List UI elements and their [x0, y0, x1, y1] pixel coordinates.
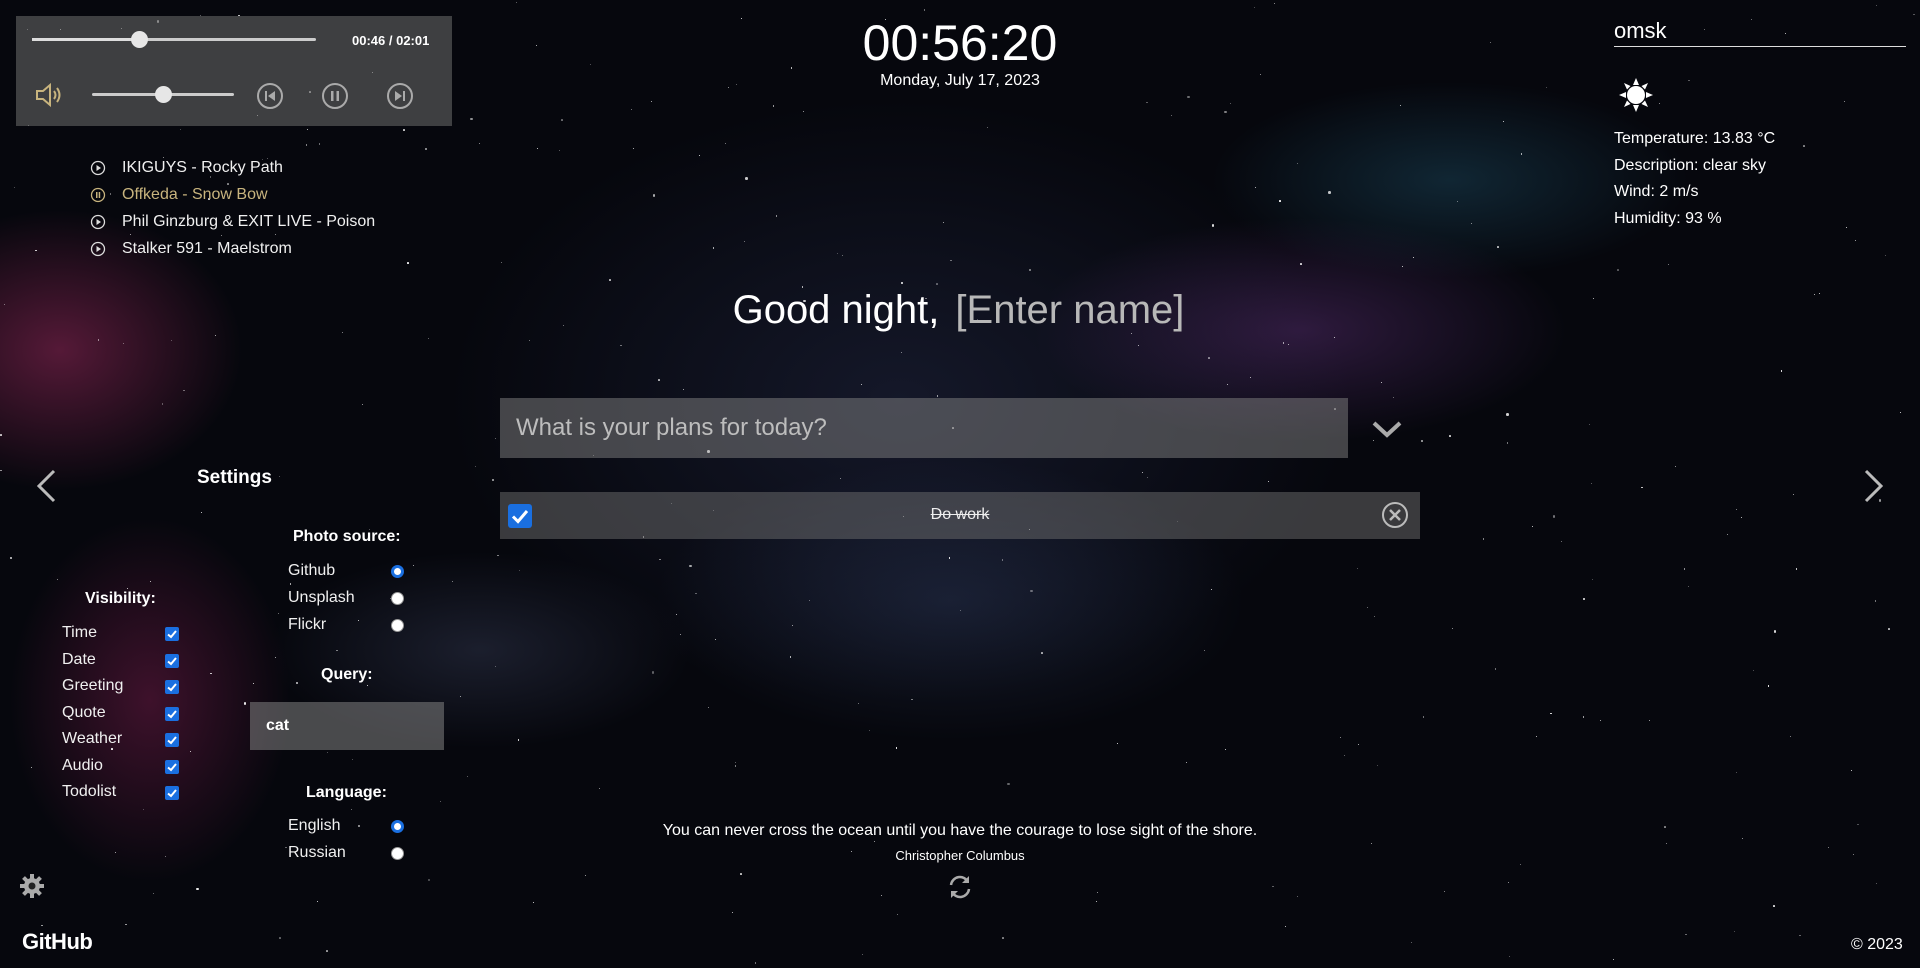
track-title: Stalker 591 - Maelstrom [122, 239, 292, 257]
track-title: Phil Ginzburg & EXIT LIVE - Poison [122, 212, 376, 230]
checkmark-icon [167, 709, 177, 718]
checkmark-icon [167, 683, 177, 692]
github-link[interactable]: GitHub [22, 929, 93, 955]
weather-description: Description: clear sky [1614, 156, 1767, 174]
photo-source-title: Photo source: [293, 528, 401, 545]
photo-source-option[interactable]: Unsplash [288, 589, 355, 607]
checkmark-icon [167, 789, 177, 798]
visibility-label: Greeting [62, 677, 124, 694]
settings-button[interactable] [18, 872, 46, 900]
visibility-label: Audio [62, 756, 103, 774]
visibility-checkbox[interactable] [165, 759, 179, 774]
visibility-label: Quote [62, 703, 106, 721]
visibility-checkbox[interactable] [165, 680, 179, 694]
photo-source-option[interactable]: Flickr [288, 616, 326, 634]
visibility-checkbox[interactable] [165, 733, 179, 747]
photo-source-label: Github [288, 562, 336, 579]
visibility-title: Visibility: [85, 590, 156, 607]
pause-icon [90, 187, 106, 202]
volume-slider[interactable] [92, 86, 234, 103]
name-input[interactable] [955, 288, 1188, 333]
photo-source-radio[interactable] [391, 592, 404, 605]
weather-wind: Wind: 2 m/s [1614, 183, 1699, 200]
playlist-item[interactable]: IKIGUYS - Rocky Path [90, 154, 375, 181]
photo-source-radio[interactable] [391, 619, 404, 632]
track-title: Offkeda - Snow Bow [122, 185, 268, 203]
visibility-checkbox[interactable] [165, 627, 179, 641]
slide-prev-button[interactable] [34, 468, 58, 504]
checkmark-icon [167, 762, 177, 771]
photo-source-label: Flickr [288, 616, 327, 633]
gear-icon [20, 874, 44, 898]
query-input[interactable] [250, 702, 444, 750]
greeting: Good night, [0, 288, 1920, 333]
quote-text: You can never cross the ocean until you … [662, 822, 1258, 839]
visibility-label: Todolist [62, 783, 117, 800]
settings-title: Settings [197, 467, 272, 488]
play-icon [90, 214, 106, 229]
visibility-checkbox[interactable] [165, 706, 179, 721]
todo-text: Do work [930, 506, 990, 523]
todo-toggle-button[interactable] [1370, 414, 1404, 444]
play-icon [90, 160, 106, 175]
city-input[interactable] [1614, 18, 1906, 47]
play-icon [90, 241, 106, 256]
copyright: © 2023 [1851, 936, 1903, 953]
playlist-item[interactable]: Stalker 591 - Maelstrom [90, 235, 375, 262]
visibility-label: Date [62, 650, 96, 668]
visibility-checkbox[interactable] [165, 653, 179, 668]
todo-item: Do work [500, 492, 1420, 539]
query-title: Query: [321, 666, 373, 683]
visibility-label: Weather [62, 730, 123, 747]
playlist-item[interactable]: Phil Ginzburg & EXIT LIVE - Poison [90, 208, 375, 235]
todo-delete-button[interactable] [1380, 500, 1410, 530]
weather-widget: Temperature: 13.83 °C Description: clear… [1614, 18, 1906, 232]
visibility-label: Time [62, 624, 97, 641]
photo-source-option[interactable]: Github [288, 562, 335, 580]
visibility-checkbox[interactable] [165, 786, 179, 800]
weather-temperature: Temperature: 13.83 °C [1614, 130, 1776, 147]
greeting-text: Good night, [732, 288, 940, 332]
slide-next-button[interactable] [1862, 468, 1886, 504]
quote-author: Christopher Columbus [895, 848, 1025, 863]
chevron-left-icon [36, 469, 56, 503]
refresh-icon [949, 875, 971, 899]
close-circle-icon [1382, 502, 1408, 528]
clear-sky-icon [1619, 78, 1653, 112]
track-title: IKIGUYS - Rocky Path [122, 158, 283, 176]
weather-humidity: Humidity: 93 % [1614, 209, 1722, 227]
chevron-right-icon [1864, 469, 1884, 503]
checkmark-icon [167, 656, 177, 665]
todo-input[interactable] [500, 398, 1348, 458]
chevron-down-icon [1372, 421, 1402, 438]
photo-source-label: Unsplash [288, 589, 355, 606]
checkmark-icon [167, 630, 177, 639]
checkmark-icon [167, 736, 177, 745]
playlist-item[interactable]: Offkeda - Snow Bow [90, 181, 375, 208]
language-title: Language: [306, 784, 387, 801]
playlist: IKIGUYS - Rocky Path Offkeda - Snow Bow … [90, 154, 375, 262]
change-quote-button[interactable] [946, 873, 974, 901]
photo-source-radio[interactable] [391, 565, 404, 578]
